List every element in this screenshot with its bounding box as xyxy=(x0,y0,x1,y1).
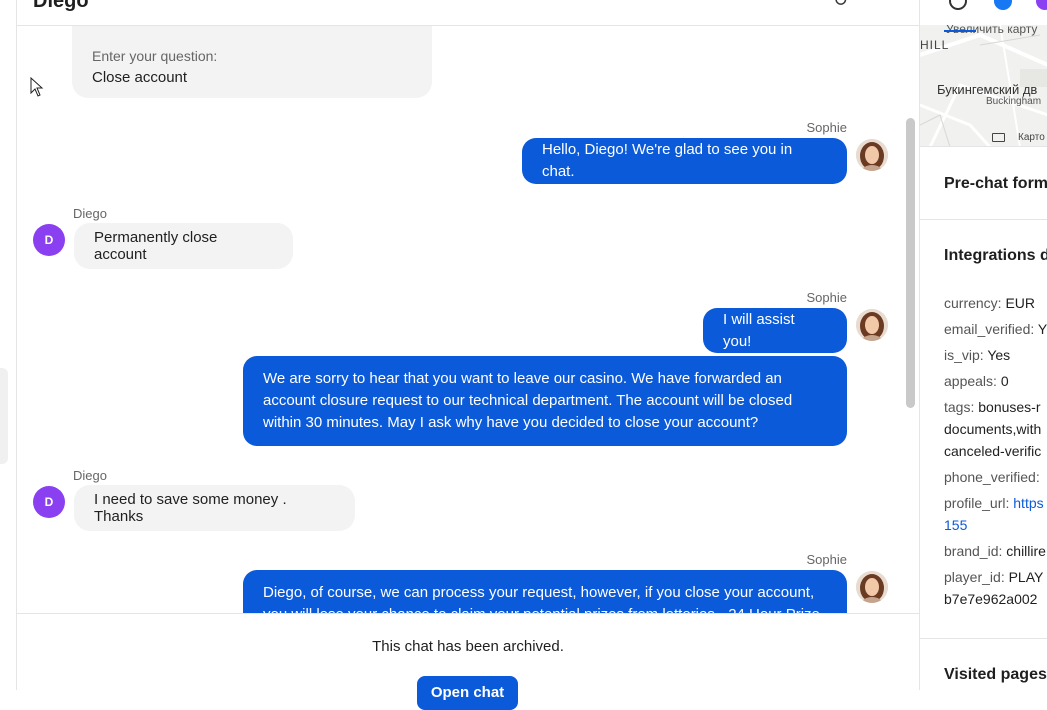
user-profile-icon[interactable] xyxy=(949,0,967,10)
chat-app-icon[interactable] xyxy=(1036,0,1047,10)
map-label-palace-sub: Buckingham xyxy=(986,96,1042,107)
panel-tabs xyxy=(920,0,1047,26)
sender-name: Diego xyxy=(73,206,107,221)
field-value-line: documents,with xyxy=(944,421,1042,437)
agent-message: Diego, of course, we can process your re… xyxy=(243,570,847,613)
agent-message: We are sorry to hear that you want to le… xyxy=(243,356,847,446)
profile-url-link-line[interactable]: 155 xyxy=(944,514,1044,536)
user-message: Permanently close account xyxy=(74,223,293,269)
divider xyxy=(920,638,1047,639)
sender-name: Sophie xyxy=(806,290,847,305)
field-appeals: appeals: 0 xyxy=(944,370,1009,392)
field-key: currency: xyxy=(944,295,1002,311)
field-key: tags: xyxy=(944,399,975,415)
field-is-vip: is_vip: Yes xyxy=(944,344,1010,366)
archived-notice: This chat has been archived. xyxy=(372,638,564,655)
user-message: I need to save some money . Thanks xyxy=(74,485,355,531)
agent-avatar xyxy=(856,309,888,341)
integrations-title[interactable]: Integrations d xyxy=(944,247,1047,265)
divider xyxy=(920,146,1047,147)
message-list[interactable]: Enter your question: Close account Sophi… xyxy=(17,26,919,613)
field-brand-id: brand_id: chillire xyxy=(944,540,1046,562)
agent-avatar xyxy=(856,571,888,603)
message-line: within 30 minutes. May I ask why have yo… xyxy=(263,414,759,431)
field-key: appeals: xyxy=(944,373,997,389)
agent-avatar xyxy=(856,139,888,171)
open-chat-button[interactable]: Open chat xyxy=(417,676,518,710)
sender-name: Sophie xyxy=(806,120,847,135)
field-tags: tags: bonuses-r documents,with canceled-… xyxy=(944,396,1041,462)
question-card: Enter your question: Close account xyxy=(72,26,432,98)
question-text: Close account xyxy=(92,69,188,86)
right-panel: Увеличить карту HILL Букингемский дв Buc… xyxy=(919,0,1047,690)
sender-name: Diego xyxy=(73,468,107,483)
map-label-palace: Букингемский дв xyxy=(937,82,1038,97)
field-value: bonuses-r xyxy=(978,399,1041,415)
active-tab-indicator xyxy=(944,30,976,32)
user-avatar: D xyxy=(33,486,65,518)
field-key: brand_id: xyxy=(944,543,1003,559)
mouse-cursor-icon xyxy=(30,77,44,97)
field-profile-url: profile_url: https 155 xyxy=(944,492,1044,536)
field-key: is_vip: xyxy=(944,347,984,363)
field-value: EUR xyxy=(1005,295,1036,311)
field-value: PLAY xyxy=(1008,569,1044,585)
chat-footer: This chat has been archived. Open chat xyxy=(17,613,919,710)
field-value-line: b7e7e962a002 xyxy=(944,591,1038,607)
visited-pages-title[interactable]: Visited pages xyxy=(944,666,1047,684)
refresh-icon[interactable]: ↻ xyxy=(833,0,848,11)
field-value: Y xyxy=(1037,321,1047,337)
scrollbar[interactable] xyxy=(906,118,915,408)
map-data-label[interactable]: Карто xyxy=(1018,132,1045,143)
profile-url-link[interactable]: https xyxy=(1013,495,1043,511)
field-email-verified: email_verified: Y xyxy=(944,318,1047,340)
sender-name: Sophie xyxy=(806,552,847,567)
message-line: you will lose your chance to claim your … xyxy=(263,604,827,613)
message-line: Diego, of course, we can process your re… xyxy=(263,584,815,601)
field-value: chillire xyxy=(1006,543,1046,559)
chat-header: Diego ↻ xyxy=(17,0,919,26)
field-value: 0 xyxy=(1000,373,1009,389)
field-key: profile_url: xyxy=(944,495,1010,511)
question-label: Enter your question: xyxy=(92,48,218,64)
keyboard-icon[interactable] xyxy=(992,133,1005,142)
field-phone-verified: phone_verified: xyxy=(944,466,1040,488)
collapse-tab[interactable] xyxy=(0,368,8,464)
agent-message: Hello, Diego! We're glad to see you in c… xyxy=(522,138,847,184)
field-key: email_verified: xyxy=(944,321,1035,337)
left-edge-panel xyxy=(0,0,17,690)
prechat-form-title[interactable]: Pre-chat form xyxy=(944,175,1047,193)
message-line: We are sorry to hear that you want to le… xyxy=(263,370,782,387)
location-map[interactable]: Увеличить карту HILL Букингемский дв Buc… xyxy=(920,25,1047,147)
agent-message: I will assist you! xyxy=(703,308,847,353)
facebook-icon[interactable] xyxy=(994,0,1012,10)
field-value: Yes xyxy=(987,347,1011,363)
field-key: player_id: xyxy=(944,569,1005,585)
message-line: account closure request to our technical… xyxy=(263,392,793,409)
field-key: phone_verified: xyxy=(944,469,1040,485)
map-label-hill: HILL xyxy=(920,38,950,52)
field-player-id: player_id: PLAY b7e7e962a002 xyxy=(944,566,1043,610)
user-avatar: D xyxy=(33,224,65,256)
field-currency: currency: EUR xyxy=(944,292,1035,314)
divider xyxy=(920,219,1047,220)
field-value-line: canceled-verific xyxy=(944,443,1042,459)
chat-area: Diego ↻ Enter your question: Close accou… xyxy=(17,0,919,710)
contact-name: Diego xyxy=(33,0,89,12)
